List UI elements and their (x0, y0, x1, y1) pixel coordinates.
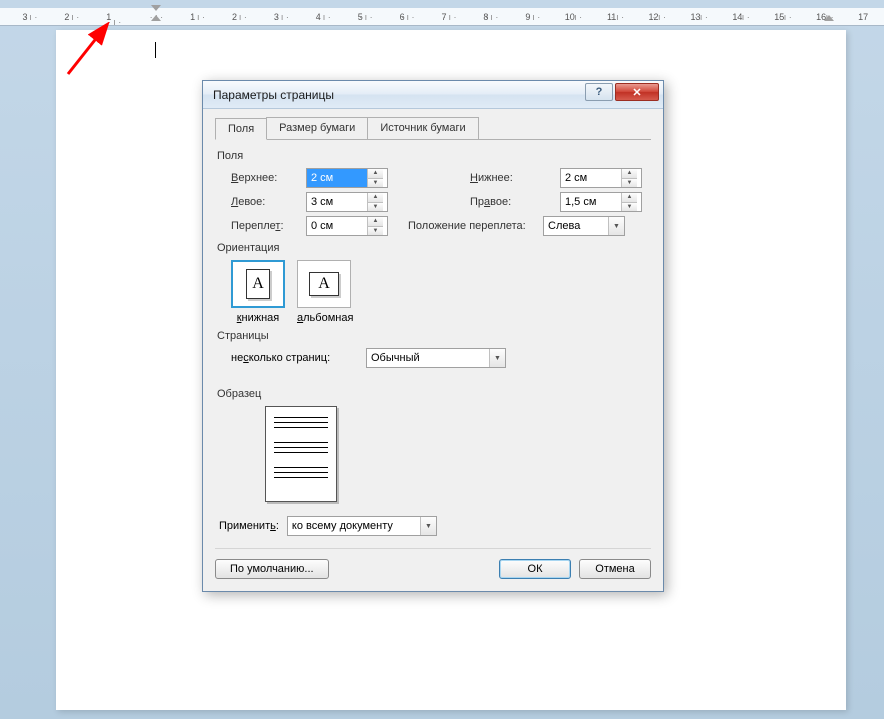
spinner-up-icon[interactable]: ▲ (368, 193, 383, 203)
chevron-down-icon[interactable]: ▼ (489, 349, 505, 367)
help-button[interactable]: ? (585, 83, 613, 101)
multi-pages-select[interactable]: Обычный ▼ (366, 348, 506, 368)
margin-left-label: Левое: (231, 196, 306, 208)
margin-left-input[interactable] (307, 193, 367, 211)
left-indent-marker[interactable] (151, 15, 161, 21)
apply-to-value: ко всему документу (292, 520, 420, 532)
tab-fields[interactable]: Поля (215, 118, 267, 140)
orientation-portrait[interactable]: A (231, 260, 285, 308)
preview-group-label: Образец (217, 388, 651, 400)
tabstrip: Поля Размер бумаги Источник бумаги (215, 117, 651, 140)
text-cursor (155, 42, 156, 58)
defaults-button[interactable]: По умолчанию... (215, 559, 329, 579)
close-button[interactable]: ✕ (615, 83, 659, 101)
ruler-num: 17 (842, 12, 884, 22)
spinner-down-icon[interactable]: ▼ (622, 203, 637, 212)
margin-bottom-spinner[interactable]: ▲▼ (560, 168, 642, 188)
tab-paper-size[interactable]: Размер бумаги (266, 117, 368, 139)
margin-right-label: Правое: (470, 196, 560, 208)
orientation-landscape[interactable]: A (297, 260, 351, 308)
pages-group-label: Страницы (217, 330, 651, 342)
margin-right-spinner[interactable]: ▲▼ (560, 192, 642, 212)
spinner-up-icon[interactable]: ▲ (368, 217, 383, 227)
gutter-position-label: Положение переплета: (408, 220, 543, 232)
gutter-position-select[interactable]: Слева ▼ (543, 216, 625, 236)
gutter-label: Переплет: (231, 220, 306, 232)
chevron-down-icon[interactable]: ▼ (420, 517, 436, 535)
multi-pages-value: Обычный (371, 352, 489, 364)
margin-top-label: Верхнее: (231, 172, 306, 184)
dialog-title: Параметры страницы (213, 88, 334, 102)
spinner-up-icon[interactable]: ▲ (622, 193, 637, 203)
multi-pages-label: несколько страниц: (231, 352, 366, 364)
spinner-down-icon[interactable]: ▼ (622, 179, 637, 188)
spinner-down-icon[interactable]: ▼ (368, 179, 383, 188)
ok-button[interactable]: ОК (499, 559, 571, 579)
apply-to-select[interactable]: ко всему документу ▼ (287, 516, 437, 536)
orientation-portrait-label: книжная (231, 312, 285, 324)
margin-right-input[interactable] (561, 193, 621, 211)
spinner-up-icon[interactable]: ▲ (622, 169, 637, 179)
preview-page-icon (265, 406, 337, 502)
margin-bottom-input[interactable] (561, 169, 621, 187)
chevron-down-icon[interactable]: ▼ (608, 217, 624, 235)
margin-left-spinner[interactable]: ▲▼ (306, 192, 388, 212)
horizontal-ruler[interactable]: 3 2 1 1 2 3 4 5 6 7 8 9 10 11 12 13 14 1… (0, 8, 884, 26)
cancel-button[interactable]: Отмена (579, 559, 651, 579)
page-setup-dialog: Параметры страницы ? ✕ Поля Размер бумаг… (202, 80, 664, 592)
gutter-position-value: Слева (548, 220, 608, 232)
portrait-page-icon: A (246, 269, 270, 299)
dialog-titlebar[interactable]: Параметры страницы ? ✕ (203, 81, 663, 109)
gutter-input[interactable] (307, 217, 367, 235)
apply-to-label: Применить: (219, 520, 279, 532)
tab-paper-source[interactable]: Источник бумаги (367, 117, 478, 139)
orientation-group-label: Ориентация (217, 242, 651, 254)
margin-top-spinner[interactable]: ▲▼ (306, 168, 388, 188)
margin-bottom-label: Нижнее: (470, 172, 560, 184)
spinner-up-icon[interactable]: ▲ (368, 169, 383, 179)
gutter-spinner[interactable]: ▲▼ (306, 216, 388, 236)
landscape-page-icon: A (309, 272, 339, 296)
spinner-down-icon[interactable]: ▼ (368, 227, 383, 236)
first-line-indent-marker[interactable] (151, 5, 161, 11)
margins-group-label: Поля (217, 150, 651, 162)
orientation-landscape-label: альбомная (297, 312, 353, 324)
right-indent-marker[interactable] (824, 15, 834, 21)
margin-top-input[interactable] (307, 169, 367, 187)
spinner-down-icon[interactable]: ▼ (368, 203, 383, 212)
